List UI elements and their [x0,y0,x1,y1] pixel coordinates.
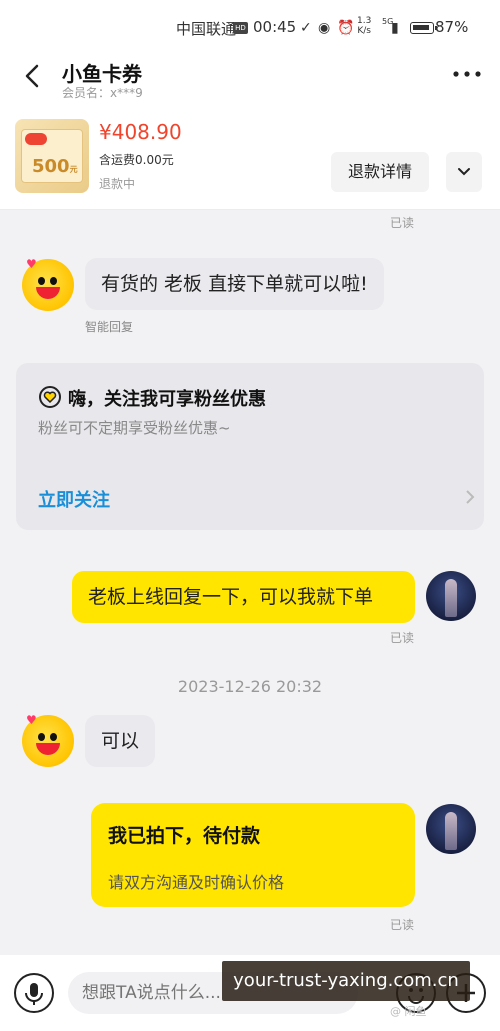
chevron-down-icon [458,168,470,176]
watermark-banner: your-trust-yaxing.com.cn [222,961,470,1001]
message-bubble[interactable]: 老板上线回复一下，可以我就下单 [72,571,415,623]
order-status-bubble[interactable]: 我已拍下，待付款 请双方沟通及时确认价格 [91,803,415,907]
auto-reply-label: 智能回复 [85,320,134,334]
chat-header: 小鱼卡券 会员名：x***9 [0,56,500,106]
follow-title: 嗨，关注我可享粉丝优惠 [68,389,266,410]
more-options-icon[interactable] [452,66,482,82]
user-avatar[interactable] [426,571,476,621]
follow-promo-card[interactable]: 嗨，关注我可享粉丝优惠 粉丝可不定期享受粉丝优惠~ 立即关注 [16,363,484,530]
read-receipt: 已读 [390,216,415,230]
shipping-fee: 含运费0.00元 [99,153,174,167]
order-status-subtitle: 请双方沟通及时确认价格 [108,873,285,892]
user-avatar[interactable] [426,804,476,854]
shop-name: 小鱼卡券 [62,62,142,86]
signal-check-icon: ✓ [300,20,312,36]
clock: 00:45 [253,18,297,36]
hd-badge: HD [233,22,248,34]
heart-icon: ♥ [26,257,37,271]
refund-details-button[interactable]: 退款详情 [331,152,429,192]
message-bubble[interactable]: 有货的 老板 直接下单就可以啦! [85,258,384,310]
read-receipt: 已读 [390,631,415,645]
unicom-logo-icon [25,133,47,145]
message-bubble[interactable]: 可以 [85,715,156,767]
seller-avatar[interactable]: ♥ [22,257,74,311]
order-price: ¥408.90 [99,120,182,144]
carrier-label: 中国联通 [176,20,237,38]
status-bar: 中国联通 HD 00:45 ✓ ◉ ⏰ 1.3 K/s 5G ▮ 87% [0,0,500,56]
read-receipt: 已读 [390,918,415,932]
follow-now-link[interactable]: 立即关注 [38,486,110,512]
speed-unit: K/s [357,26,371,36]
eye-icon: ◉ [318,20,331,36]
seller-avatar[interactable]: ♥ [22,713,74,767]
speed-value: 1.3 [357,16,372,26]
battery-percent: 87% [435,18,469,36]
coupon-value: 500元 [32,156,78,177]
network-speed: 1.3 K/s [357,16,371,36]
coupon-inner: 500元 [21,129,83,183]
order-status-title: 我已拍下，待付款 [108,825,261,847]
chat-timestamp: 2023-12-26 20:32 [177,677,323,696]
coupon-thumbnail[interactable]: 500元 [15,119,89,193]
corner-watermark: @ 闲鱼 [390,1005,427,1018]
member-label: 会员名：x***9 [62,86,143,100]
refund-status: 退款中 [99,177,136,191]
heart-icon: ♥ [26,713,37,727]
microphone-icon [25,983,43,1005]
follow-subtitle: 粉丝可不定期享受粉丝优惠~ [38,419,231,437]
order-card[interactable]: 500元 ¥408.90 含运费0.00元 退款中 退款详情 [0,106,500,210]
back-arrow-icon[interactable] [18,62,46,90]
signal-bars-icon: ▮ [391,20,399,36]
voice-input-button[interactable] [14,973,54,1013]
expand-button[interactable] [446,152,482,192]
heart-icon [39,386,61,408]
alarm-icon: ⏰ [337,20,355,36]
battery-icon [410,22,437,34]
chevron-right-icon [466,490,475,504]
